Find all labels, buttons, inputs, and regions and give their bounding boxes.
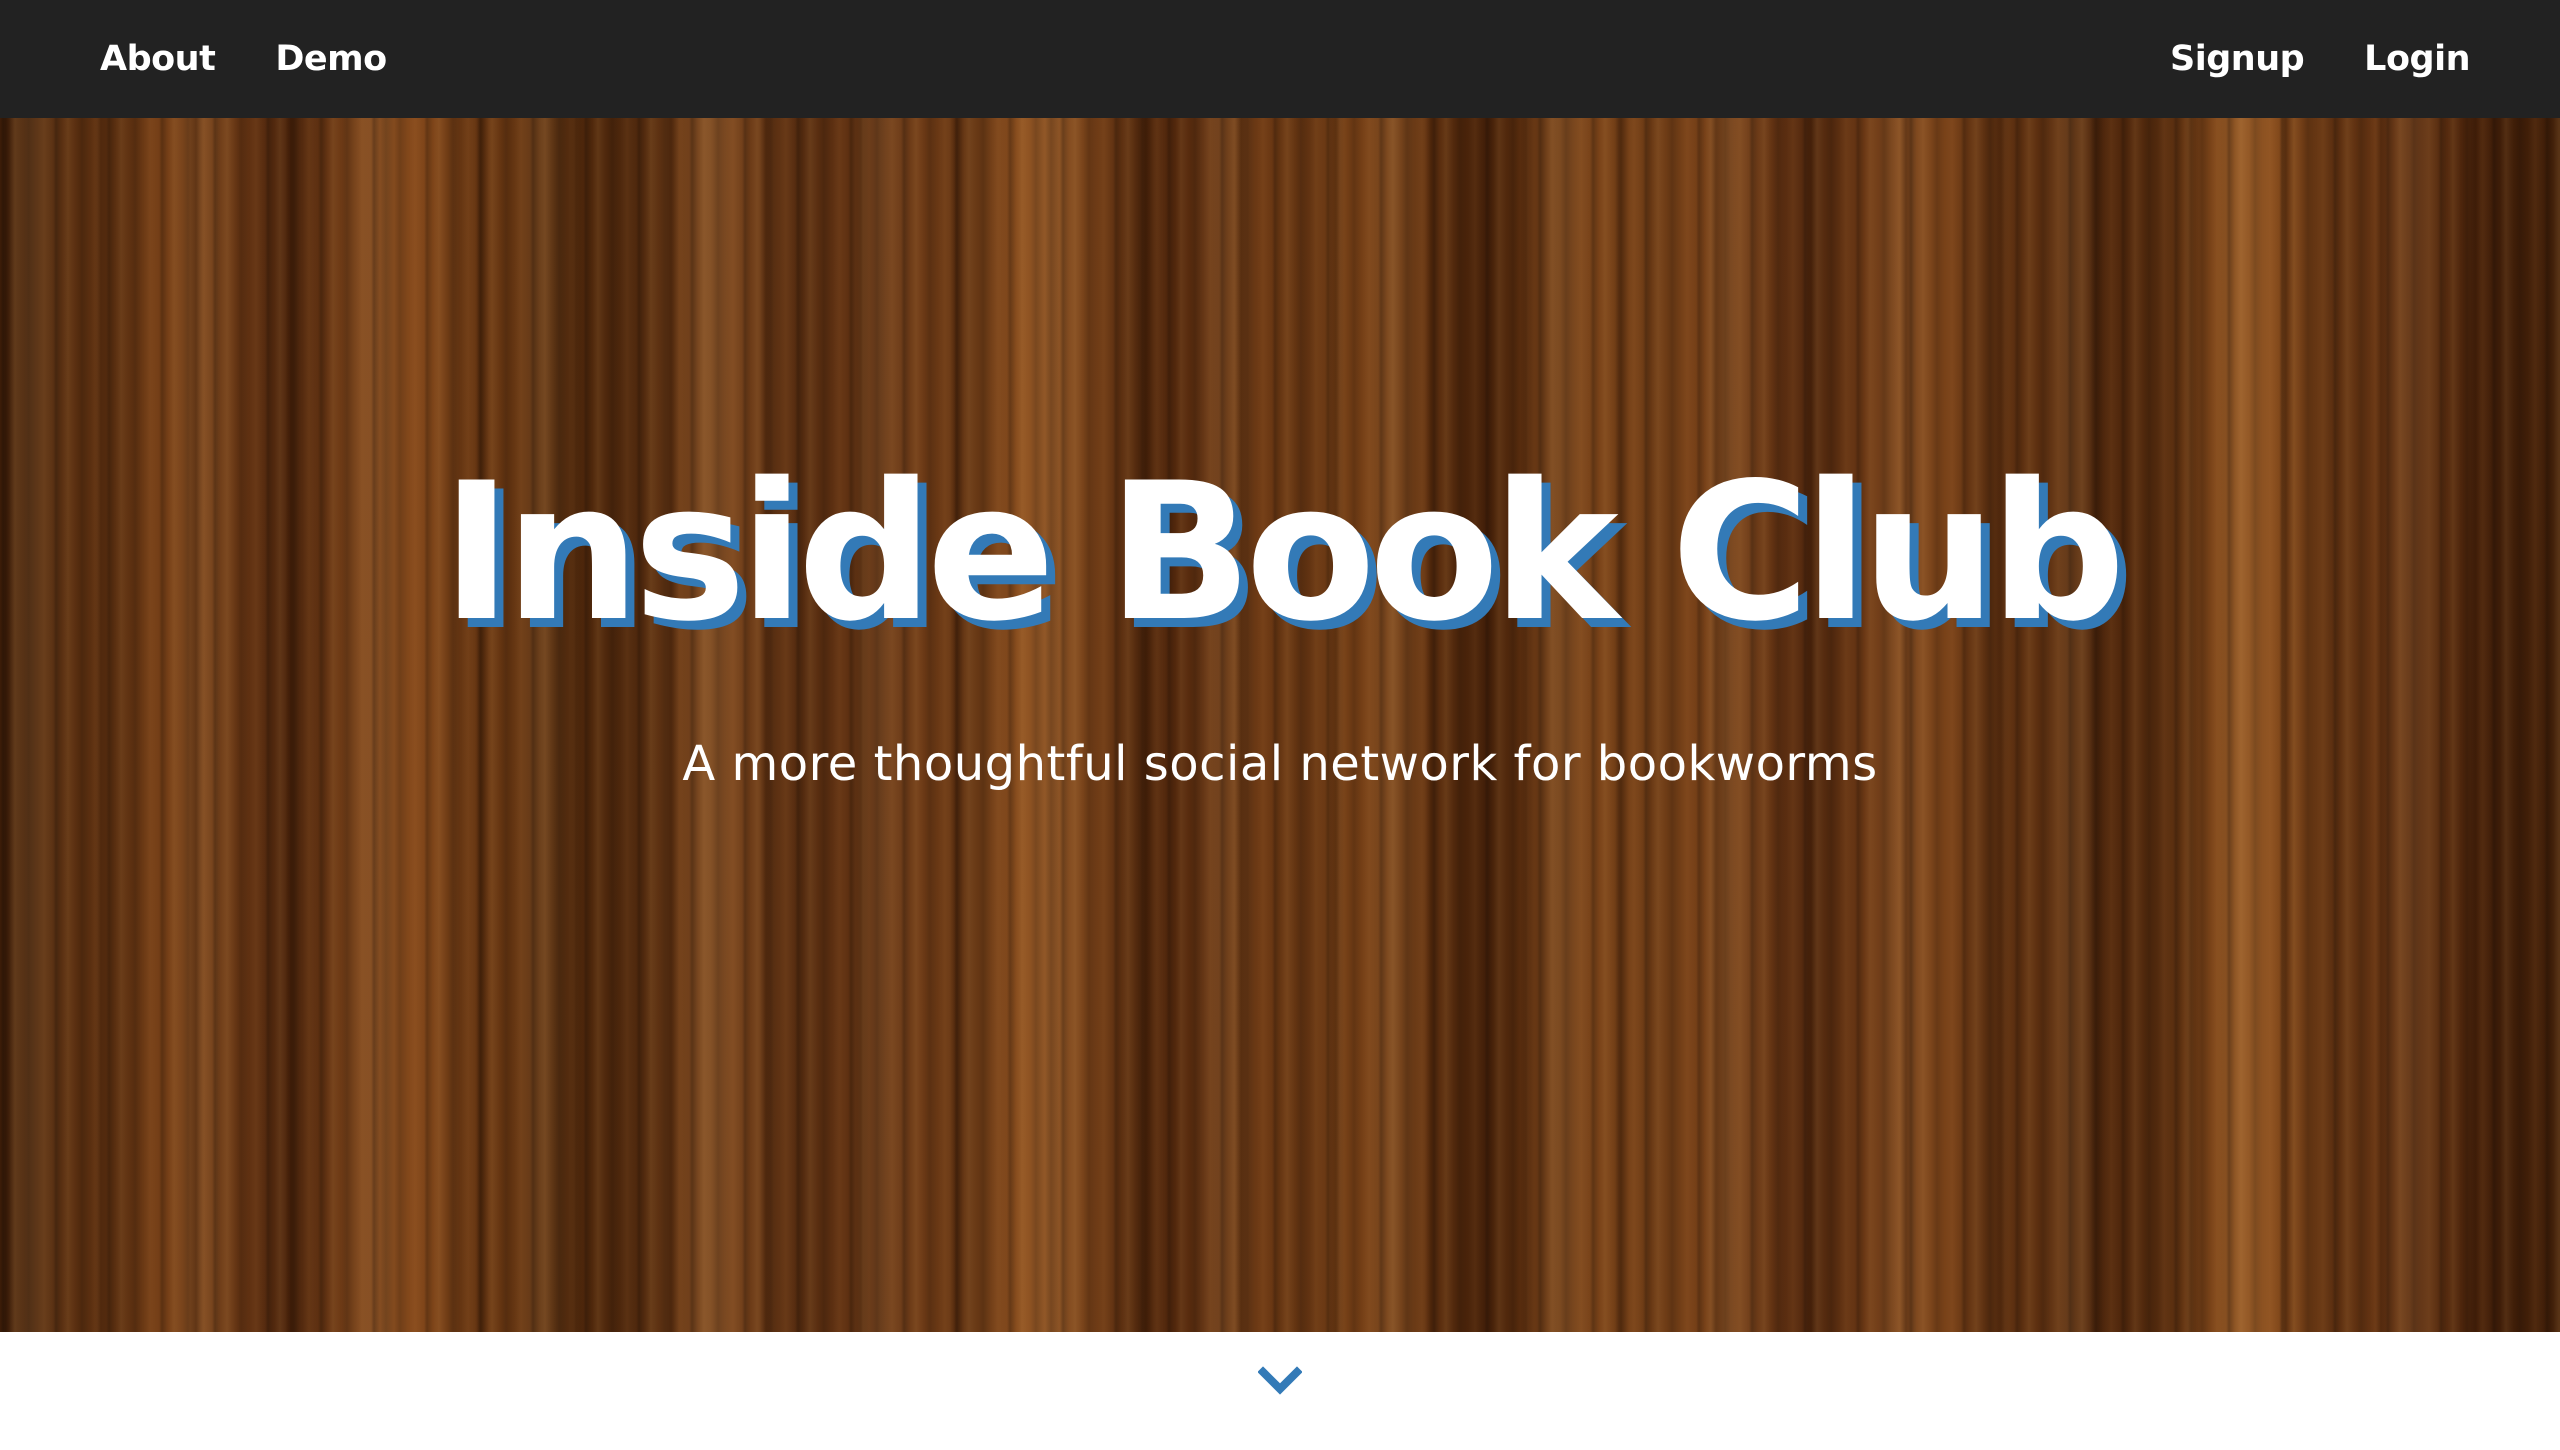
hero-content: Inside Book Club A more thoughtful socia… <box>0 118 2560 1332</box>
top-navbar: About Demo Signup Login <box>0 0 2560 118</box>
nav-right-group: Signup Login <box>2170 39 2470 79</box>
hero-subtitle: A more thoughtful social network for boo… <box>682 736 1878 792</box>
nav-link-about[interactable]: About <box>100 39 216 79</box>
hero-section: Inside Book Club A more thoughtful socia… <box>0 118 2560 1332</box>
hero-title: Inside Book Club <box>441 442 2125 663</box>
nav-left-group: About Demo <box>100 39 387 79</box>
nav-link-login[interactable]: Login <box>2364 39 2470 79</box>
nav-link-demo[interactable]: Demo <box>275 39 387 79</box>
chevron-down-icon[interactable] <box>1257 1364 1303 1400</box>
nav-link-signup[interactable]: Signup <box>2170 39 2305 79</box>
scroll-area <box>0 1332 2560 1450</box>
